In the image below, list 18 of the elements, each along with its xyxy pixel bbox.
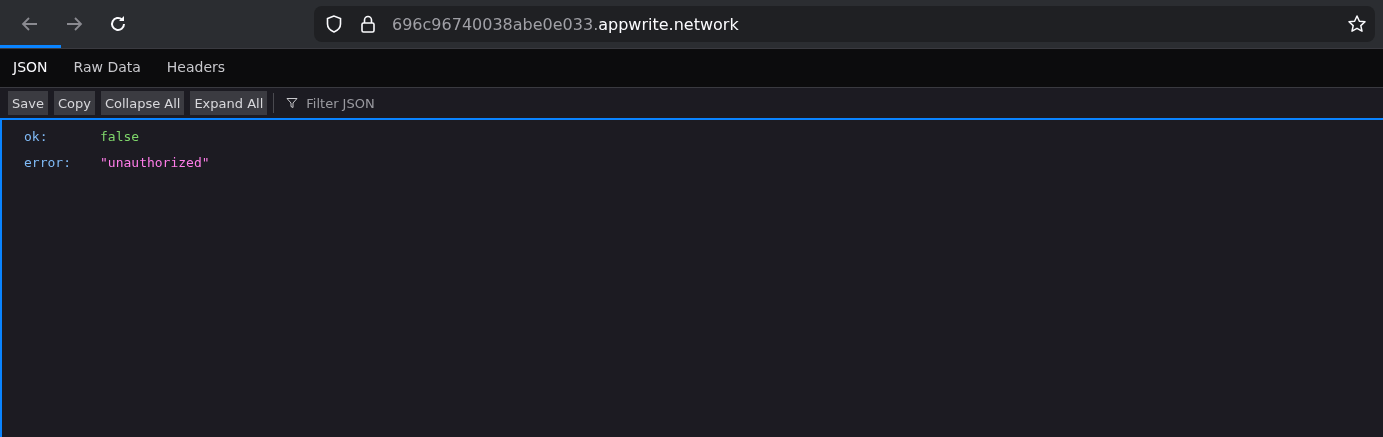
json-value: "unauthorized" [100,154,210,170]
json-key: ok: [24,128,100,144]
tab[interactable]: Headers [153,45,239,86]
url-text: 696c96740038abe0e033.appwrite.network [392,14,740,34]
lock-icon [358,14,378,34]
toolbar-button[interactable]: Collapse All [100,91,185,115]
json-value: false [100,128,140,144]
shield-icon [324,14,344,34]
toolbar-button[interactable]: Copy [53,91,95,115]
filter-field[interactable]: Filter JSON [304,94,529,112]
star-icon[interactable] [1347,14,1367,34]
address-bar[interactable]: 696c96740038abe0e033.appwrite.network [314,6,1375,42]
json-key: error: [24,154,100,170]
toolbar-button[interactable]: Expand All [190,91,268,115]
filter-icon [286,97,299,109]
reload-icon [108,14,128,34]
toolbar-button[interactable]: Save [8,91,48,115]
tab[interactable]: Raw Data [60,45,154,86]
